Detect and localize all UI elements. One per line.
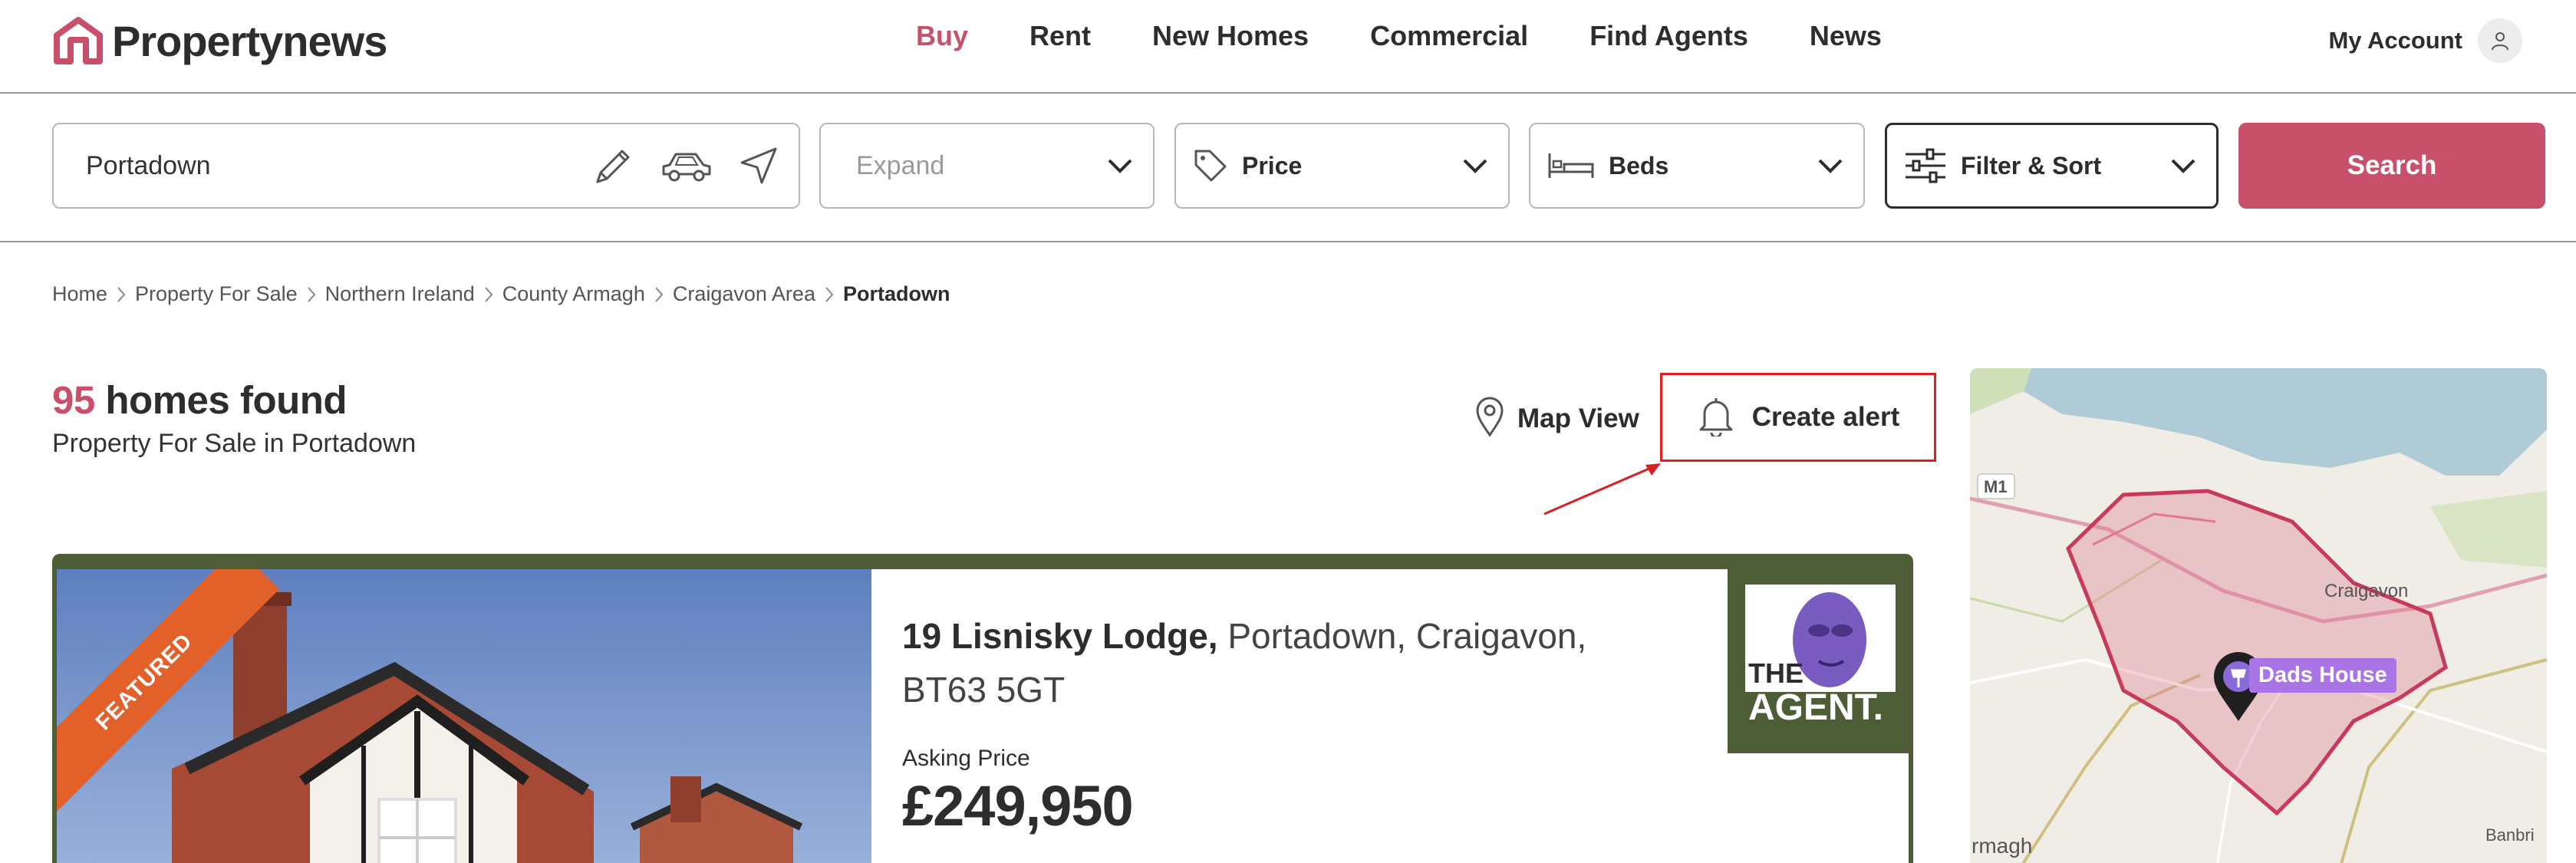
avatar[interactable] xyxy=(2478,18,2522,63)
my-account-label: My Account xyxy=(2328,27,2462,54)
agent-logo-image: THE AGENT. xyxy=(1745,585,1896,728)
beds-label: Beds xyxy=(1609,151,1669,180)
breadcrumb: Home Property For Sale Northern Ireland … xyxy=(52,282,950,306)
map-pin-label[interactable]: Dads House xyxy=(2249,658,2396,693)
agent-logo-the: THE xyxy=(1748,657,1804,689)
search-button[interactable]: Search xyxy=(2238,123,2545,209)
listing-address-street: 19 Lisnisky Lodge, xyxy=(902,616,1218,656)
nav-item-buy[interactable]: Buy xyxy=(916,20,968,52)
breadcrumb-craigavon-area[interactable]: Craigavon Area xyxy=(673,282,815,306)
breadcrumb-current: Portadown xyxy=(842,282,950,305)
results-title: 95 homes found xyxy=(52,377,416,423)
nav-item-commercial[interactable]: Commercial xyxy=(1370,20,1528,52)
chevron-down-icon xyxy=(2170,158,2196,173)
site-header: Propertynews Buy Rent New Homes Commerci… xyxy=(0,0,2576,94)
agent-logo[interactable]: THE AGENT. xyxy=(1728,569,1913,753)
search-bar: Portadown Expand Price Beds Filter & Sor… xyxy=(0,95,2576,242)
price-label: Price xyxy=(1242,151,1303,180)
location-input[interactable]: Portadown xyxy=(52,123,800,209)
expand-select[interactable]: Expand xyxy=(819,123,1155,209)
chevron-right-icon[interactable]: › xyxy=(823,845,841,863)
my-account-button[interactable]: My Account xyxy=(2328,18,2522,63)
bed-icon xyxy=(1547,150,1595,181)
car-icon[interactable] xyxy=(659,143,714,188)
nav-item-new-homes[interactable]: New Homes xyxy=(1152,20,1309,52)
house-logo-icon xyxy=(54,17,103,64)
annotation-arrow xyxy=(1543,463,1661,515)
chevron-down-icon xyxy=(1462,158,1488,173)
bell-icon xyxy=(1697,395,1735,440)
map-town-armagh: rmagh xyxy=(1972,834,2032,858)
agent-logo-agent: AGENT. xyxy=(1748,687,1883,728)
nav-item-news[interactable]: News xyxy=(1810,20,1882,52)
listing-card-body: FEATURED ‹ › 19 Lisnisky Lodge, Portadow… xyxy=(57,569,1913,863)
chevron-right-icon xyxy=(307,286,316,303)
chevron-right-icon xyxy=(484,286,493,303)
map-pin-icon xyxy=(1474,396,1505,441)
chevron-left-icon[interactable]: ‹ xyxy=(87,845,105,863)
location-input-value: Portadown xyxy=(86,150,211,180)
breadcrumb-property-for-sale[interactable]: Property For Sale xyxy=(135,282,298,306)
location-arrow-icon[interactable] xyxy=(737,144,780,187)
filter-sort-button[interactable]: Filter & Sort xyxy=(1885,123,2219,209)
expand-placeholder: Expand xyxy=(856,150,945,180)
map-town-craigavon: Craigavon xyxy=(2324,581,2408,601)
chevron-right-icon xyxy=(117,286,126,303)
listing-address[interactable]: 19 Lisnisky Lodge, Portadown, Craigavon,… xyxy=(902,609,1669,716)
price-select[interactable]: Price xyxy=(1174,123,1510,209)
listing-details: 19 Lisnisky Lodge, Portadown, Craigavon,… xyxy=(902,609,1669,838)
map-view-label: Map View xyxy=(1517,403,1639,433)
site-logo[interactable]: Propertynews xyxy=(52,14,387,68)
breadcrumb-northern-ireland[interactable]: Northern Ireland xyxy=(325,282,475,306)
user-icon xyxy=(2492,32,2508,51)
breadcrumb-home[interactable]: Home xyxy=(52,282,107,306)
listing-price: £249,950 xyxy=(902,774,1134,838)
results-map[interactable]: M1 Craigavon rmagh Banbri Dads House xyxy=(1970,368,2547,863)
results-heading: 95 homes found Property For Sale in Port… xyxy=(52,377,416,459)
filter-sort-label: Filter & Sort xyxy=(1961,151,2102,180)
chevron-down-icon xyxy=(1107,158,1133,173)
map-view-button[interactable]: Map View xyxy=(1474,396,1639,441)
results-subtitle: Property For Sale in Portadown xyxy=(52,429,417,458)
listing-card[interactable]: FEATURED ‹ › 19 Lisnisky Lodge, Portadow… xyxy=(52,554,1913,863)
map-road-label: M1 xyxy=(1984,477,2008,496)
sliders-icon xyxy=(1904,148,1947,183)
listing-photo[interactable]: FEATURED ‹ › xyxy=(57,569,871,863)
chevron-down-icon xyxy=(1817,158,1843,173)
main-nav: Buy Rent New Homes Commercial Find Agent… xyxy=(916,20,1943,52)
results-title-suffix: homes found xyxy=(105,378,348,422)
create-alert-label: Create alert xyxy=(1751,402,1900,432)
create-alert-button[interactable]: Create alert xyxy=(1660,373,1936,462)
chevron-right-icon xyxy=(654,286,664,303)
nav-item-find-agents[interactable]: Find Agents xyxy=(1589,20,1748,52)
price-tag-icon xyxy=(1193,148,1228,183)
beds-select[interactable]: Beds xyxy=(1529,123,1865,209)
breadcrumb-county-armagh[interactable]: County Armagh xyxy=(502,282,645,306)
map-town-banbridge: Banbri xyxy=(2485,825,2535,845)
listing-price-label: Asking Price xyxy=(902,746,1030,771)
pencil-icon[interactable] xyxy=(591,143,636,188)
map-canvas[interactable]: M1 Craigavon rmagh Banbri xyxy=(1970,368,2547,863)
chevron-right-icon xyxy=(825,286,834,303)
results-count: 95 xyxy=(52,378,95,422)
site-logo-text: Propertynews xyxy=(112,16,387,65)
nav-item-rent[interactable]: Rent xyxy=(1029,20,1091,52)
